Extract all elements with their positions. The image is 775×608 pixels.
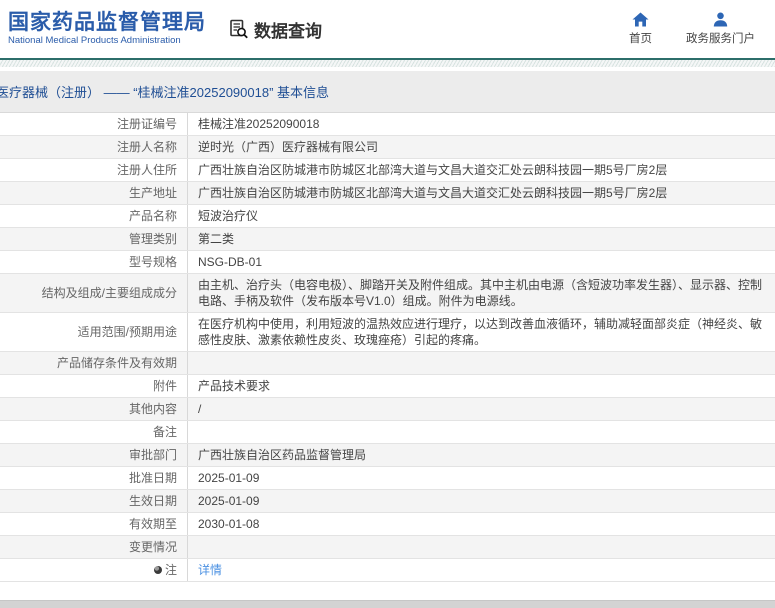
detail-link[interactable]: 详情 xyxy=(198,563,222,577)
nav-item-label: 政务服务门户 xyxy=(686,33,755,45)
row-value: 广西壮族自治区防城港市防城区北部湾大道与文昌大道交汇处云朗科技园一期5号厂房2层 xyxy=(198,186,668,200)
logo-title: 国家药品监督管理局 xyxy=(8,11,206,34)
table-row: 型号规格 NSG-DB-01 xyxy=(0,251,775,274)
row-value: 2025-01-09 xyxy=(198,494,260,508)
note-icon xyxy=(153,566,162,574)
row-label: 注册人名称 xyxy=(0,136,188,158)
row-value: 2025-01-09 xyxy=(198,471,260,485)
user-icon xyxy=(713,12,728,27)
row-label: 管理类别 xyxy=(0,228,188,250)
row-label: 附件 xyxy=(0,375,188,397)
page: 国家药品监督管理局 National Medical Products Admi… xyxy=(0,0,775,608)
table-row: 管理类别 第二类 xyxy=(0,228,775,251)
row-label: 型号规格 xyxy=(0,251,188,273)
home-icon xyxy=(632,12,649,27)
row-value: 桂械注准20252090018 xyxy=(198,117,320,131)
table-row: 结构及组成/主要组成成分 由主机、治疗头（电容电极）、脚踏开关及附件组成。其中主机… xyxy=(0,274,775,313)
row-label: 适用范围/预期用途 xyxy=(0,313,188,351)
row-value xyxy=(188,352,775,374)
table-row: 变更情况 xyxy=(0,536,775,559)
row-value: / xyxy=(198,402,202,416)
row-value: NSG-DB-01 xyxy=(198,255,263,269)
page-title: 医疗器械（注册） —— “桂械注准20252090018” 基本信息 xyxy=(0,85,330,100)
row-label: 产品储存条件及有效期 xyxy=(0,352,188,374)
row-label: 审批部门 xyxy=(0,444,188,466)
table-row: 注册证编号 桂械注准20252090018 xyxy=(0,113,775,136)
row-label: 产品名称 xyxy=(0,205,188,227)
row-label: 注 xyxy=(0,559,188,581)
row-value: 由主机、治疗头（电容电极）、脚踏开关及附件组成。其中主机由电源（含短波功率发生器… xyxy=(198,278,763,308)
table-row: 注详情 xyxy=(0,559,775,582)
nmpa-logo[interactable]: 国家药品监督管理局 National Medical Products Admi… xyxy=(8,11,206,47)
table-row: 生产地址 广西壮族自治区防城港市防城区北部湾大道与文昌大道交汇处云朗科技园一期5号… xyxy=(0,182,775,205)
nav-item-home[interactable]: 首页 xyxy=(629,12,652,46)
table-row: 有效期至 2030-01-08 xyxy=(0,513,775,536)
table-row: 其他内容 / xyxy=(0,398,775,421)
table-row: 审批部门 广西壮族自治区药品监督管理局 xyxy=(0,444,775,467)
table-row: 注册人住所 广西壮族自治区防城港市防城区北部湾大道与文昌大道交汇处云朗科技园一期5… xyxy=(0,159,775,182)
row-value: 详情 xyxy=(188,559,775,581)
table-row: 注册人名称 逆时光（广西）医疗器械有限公司 xyxy=(0,136,775,159)
header-nav: 首页 政务服务门户 xyxy=(629,12,755,46)
detail-table: 注册证编号 桂械注准20252090018 注册人名称 逆时光（广西）医疗器械有限公司… xyxy=(0,113,775,600)
row-value xyxy=(188,536,775,558)
logo-subtitle: National Medical Products Administration xyxy=(8,35,181,46)
row-label: 生产地址 xyxy=(0,182,188,204)
row-value: 第二类 xyxy=(198,232,235,246)
row-value: 逆时光（广西）医疗器械有限公司 xyxy=(198,140,379,154)
row-value: 产品技术要求 xyxy=(198,379,271,393)
row-value: 广西壮族自治区防城港市防城区北部湾大道与文昌大道交汇处云朗科技园一期5号厂房2层 xyxy=(198,163,668,177)
table-row: 备注 xyxy=(0,421,775,444)
row-value: 在医疗机构中使用，利用短波的温热效应进行理疗，以达到改善血液循环，辅助减轻面部炎… xyxy=(198,317,763,347)
row-label: 其他内容 xyxy=(0,398,188,420)
row-value: 2030-01-08 xyxy=(198,517,260,531)
table-row: 附件 产品技术要求 xyxy=(0,375,775,398)
row-label: 生效日期 xyxy=(0,490,188,512)
footer-strip xyxy=(0,600,775,608)
nav-item-portal[interactable]: 政务服务门户 xyxy=(686,12,755,46)
row-value xyxy=(188,421,775,443)
table-row: 产品储存条件及有效期 xyxy=(0,352,775,375)
row-label: 批准日期 xyxy=(0,467,188,489)
row-label: 结构及组成/主要组成成分 xyxy=(0,274,188,312)
table-row: 生效日期 2025-01-09 xyxy=(0,490,775,513)
row-label: 注册证编号 xyxy=(0,113,188,135)
row-label: 注册人住所 xyxy=(0,159,188,181)
data-query-section[interactable]: 数据查询 xyxy=(228,17,322,42)
table-row: 适用范围/预期用途 在医疗机构中使用，利用短波的温热效应进行理疗，以达到改善血液循… xyxy=(0,313,775,352)
data-query-icon xyxy=(228,18,250,40)
table-row: 批准日期 2025-01-09 xyxy=(0,467,775,490)
row-label: 有效期至 xyxy=(0,513,188,535)
table-row: 产品名称 短波治疗仪 xyxy=(0,205,775,228)
row-value: 广西壮族自治区药品监督管理局 xyxy=(198,448,367,462)
title-bar: 医疗器械（注册） —— “桂械注准20252090018” 基本信息 xyxy=(0,71,775,113)
nav-item-label: 首页 xyxy=(629,33,652,45)
row-label: 变更情况 xyxy=(0,536,188,558)
row-label: 备注 xyxy=(0,421,188,443)
data-query-label: 数据查询 xyxy=(254,21,322,41)
site-header: 国家药品监督管理局 National Medical Products Admi… xyxy=(0,0,775,58)
striped-band xyxy=(0,60,775,67)
row-value: 短波治疗仪 xyxy=(198,209,259,223)
